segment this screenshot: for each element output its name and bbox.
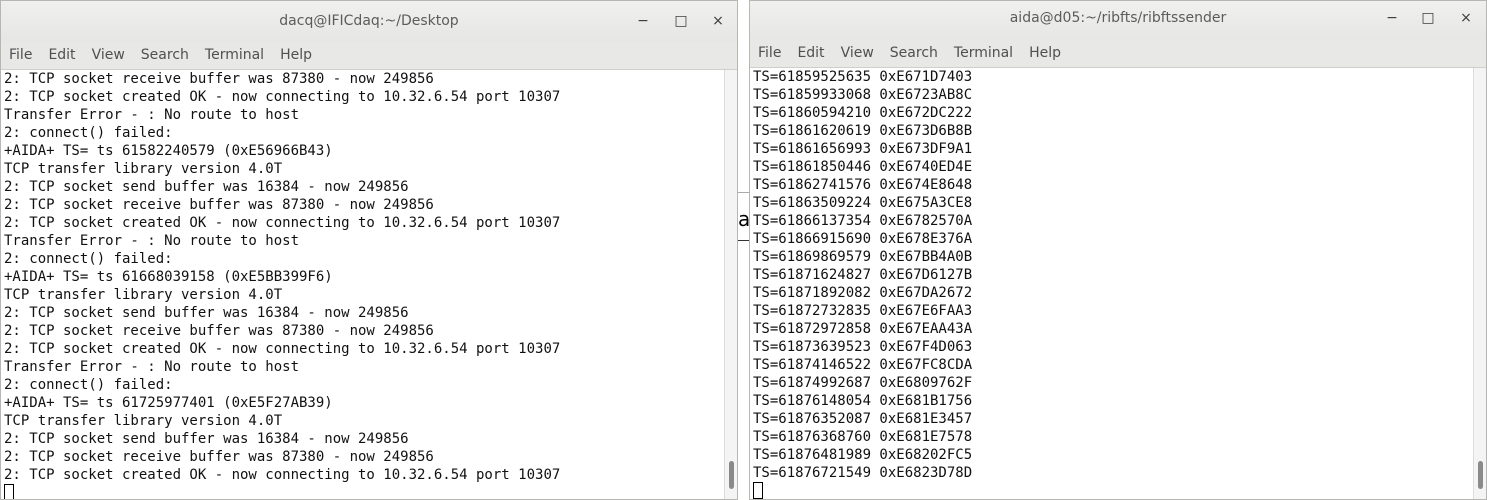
minimize-button[interactable]: − xyxy=(633,11,653,31)
window-title: aida@d05:~/ribfts/ribftssender xyxy=(1009,10,1227,26)
terminal-line: 2: TCP socket send buffer was 16384 - no… xyxy=(4,179,409,195)
terminal-line: 2: TCP socket send buffer was 16384 - no… xyxy=(4,305,409,321)
close-button[interactable]: × xyxy=(708,11,728,31)
terminal-line: TS=61861656993 0xE673DF9A1 xyxy=(753,141,973,157)
menu-bar: File Edit View Search Terminal Help xyxy=(750,39,1486,68)
terminal-cursor-line[interactable] xyxy=(753,482,1474,499)
scrollbar[interactable] xyxy=(724,70,737,499)
title-bar[interactable]: dacq@IFICdaq:~/Desktop − □ × xyxy=(1,1,737,41)
terminal-cursor-line[interactable] xyxy=(4,484,725,499)
terminal-line: TS=61866137354 0xE6782570A xyxy=(753,213,973,229)
terminal-line: TS=61871892082 0xE67DA2672 xyxy=(753,285,973,301)
menu-help[interactable]: Help xyxy=(272,41,320,69)
terminal-line: TS=61873639523 0xE67F4D063 xyxy=(753,339,973,355)
scrollbar-thumb[interactable] xyxy=(1478,461,1483,489)
menu-terminal[interactable]: Terminal xyxy=(946,39,1021,67)
menu-help[interactable]: Help xyxy=(1021,39,1069,67)
terminal-line: 2: connect() failed: xyxy=(4,125,173,141)
terminal-line: 2: TCP socket receive buffer was 87380 -… xyxy=(4,323,434,339)
text-cursor xyxy=(753,482,763,499)
terminal-line: TS=61860594210 0xE672DC222 xyxy=(753,105,973,121)
terminal-line: TS=61859933068 0xE6723AB8C xyxy=(753,87,973,103)
scrollbar-thumb[interactable] xyxy=(729,461,734,489)
terminal-text: TS=61859525635 0xE671D7403 TS=61859933068… xyxy=(750,68,1474,499)
terminal-line: 2: TCP socket created OK - now connectin… xyxy=(4,215,561,231)
menu-search[interactable]: Search xyxy=(882,39,946,67)
menu-search[interactable]: Search xyxy=(133,41,197,69)
menu-bar: File Edit View Search Terminal Help xyxy=(1,41,737,70)
terminal-line: TS=61861850446 0xE6740ED4E xyxy=(753,159,973,175)
terminal-line: TS=61876352087 0xE681E3457 xyxy=(753,411,973,427)
background-text-fragment: ati xyxy=(738,207,749,231)
menu-edit[interactable]: Edit xyxy=(789,39,832,67)
scrollbar[interactable] xyxy=(1473,68,1486,499)
terminal-line: TCP transfer library version 4.0T xyxy=(4,161,283,177)
terminal-line: TS=61866915690 0xE678E376A xyxy=(753,231,973,247)
terminal-line: 2: TCP socket send buffer was 16384 - no… xyxy=(4,431,409,447)
terminal-line: TS=61874146522 0xE67FC8CDA xyxy=(753,357,973,373)
terminal-line: TS=61876481989 0xE68202FC5 xyxy=(753,447,973,463)
background-rule xyxy=(738,192,749,193)
menu-file[interactable]: File xyxy=(1,41,40,69)
terminal-window-left[interactable]: dacq@IFICdaq:~/Desktop − □ × File Edit Vie… xyxy=(0,0,738,500)
menu-edit[interactable]: Edit xyxy=(40,41,83,69)
terminal-line: TS=61871624827 0xE67D6127B xyxy=(753,267,973,283)
terminal-line: TS=61876368760 0xE681E7578 xyxy=(753,429,973,445)
maximize-button[interactable]: □ xyxy=(671,11,691,31)
terminal-line: TS=61876721549 0xE6823D78D xyxy=(753,465,973,481)
background-rule xyxy=(738,240,749,241)
terminal-text: 2: TCP socket receive buffer was 87380 -… xyxy=(1,70,725,499)
menu-view[interactable]: View xyxy=(84,41,133,69)
terminal-line: TS=61876148054 0xE681B1756 xyxy=(753,393,973,409)
menu-view[interactable]: View xyxy=(833,39,882,67)
terminal-line: TCP transfer library version 4.0T xyxy=(4,287,283,303)
terminal-line: +AIDA+ TS= ts 61725977401 (0xE5F27AB39) xyxy=(4,395,333,411)
terminal-output[interactable]: TS=61859525635 0xE671D7403 TS=61859933068… xyxy=(750,68,1474,499)
menu-terminal[interactable]: Terminal xyxy=(197,41,272,69)
terminal-line: 2: TCP socket created OK - now connectin… xyxy=(4,341,561,357)
terminal-line: TS=61872732835 0xE67E6FAA3 xyxy=(753,303,973,319)
terminal-line: +AIDA+ TS= ts 61582240579 (0xE56966B43) xyxy=(4,143,333,159)
desktop-background: ati xyxy=(738,0,749,500)
terminal-line: TS=61862741576 0xE674E8648 xyxy=(753,177,973,193)
terminal-window-right[interactable]: aida@d05:~/ribfts/ribftssender − □ × Fil… xyxy=(749,0,1487,500)
terminal-line: TS=61869869579 0xE67BB4A0B xyxy=(753,249,973,265)
terminal-line: TS=61863509224 0xE675A3CE8 xyxy=(753,195,973,211)
terminal-line: TS=61872972858 0xE67EAA43A xyxy=(753,321,973,337)
window-title: dacq@IFICdaq:~/Desktop xyxy=(279,13,459,29)
maximize-button[interactable]: □ xyxy=(1418,8,1438,28)
terminal-line: Transfer Error - : No route to host xyxy=(4,359,300,375)
text-cursor xyxy=(4,484,14,499)
menu-file[interactable]: File xyxy=(750,39,789,67)
terminal-line: 2: TCP socket created OK - now connectin… xyxy=(4,89,561,105)
terminal-line: 2: TCP socket created OK - now connectin… xyxy=(4,467,561,483)
terminal-line: 2: TCP socket receive buffer was 87380 -… xyxy=(4,197,434,213)
terminal-line: 2: TCP socket receive buffer was 87380 -… xyxy=(4,71,434,87)
terminal-line: 2: connect() failed: xyxy=(4,377,173,393)
terminal-line: TCP transfer library version 4.0T xyxy=(4,413,283,429)
terminal-output[interactable]: 2: TCP socket receive buffer was 87380 -… xyxy=(1,70,725,499)
terminal-line: Transfer Error - : No route to host xyxy=(4,233,300,249)
terminal-line: TS=61874992687 0xE6809762F xyxy=(753,375,973,391)
terminal-line: 2: TCP socket receive buffer was 87380 -… xyxy=(4,449,434,465)
terminal-line: Transfer Error - : No route to host xyxy=(4,107,300,123)
terminal-line: TS=61859525635 0xE671D7403 xyxy=(753,69,973,85)
terminal-line: 2: connect() failed: xyxy=(4,251,173,267)
terminal-line: +AIDA+ TS= ts 61668039158 (0xE5BB399F6) xyxy=(4,269,333,285)
close-button[interactable]: × xyxy=(1456,8,1476,28)
terminal-line: TS=61861620619 0xE673D6B8B xyxy=(753,123,973,139)
title-bar[interactable]: aida@d05:~/ribfts/ribftssender − □ × xyxy=(750,1,1486,41)
minimize-button[interactable]: − xyxy=(1382,8,1402,28)
